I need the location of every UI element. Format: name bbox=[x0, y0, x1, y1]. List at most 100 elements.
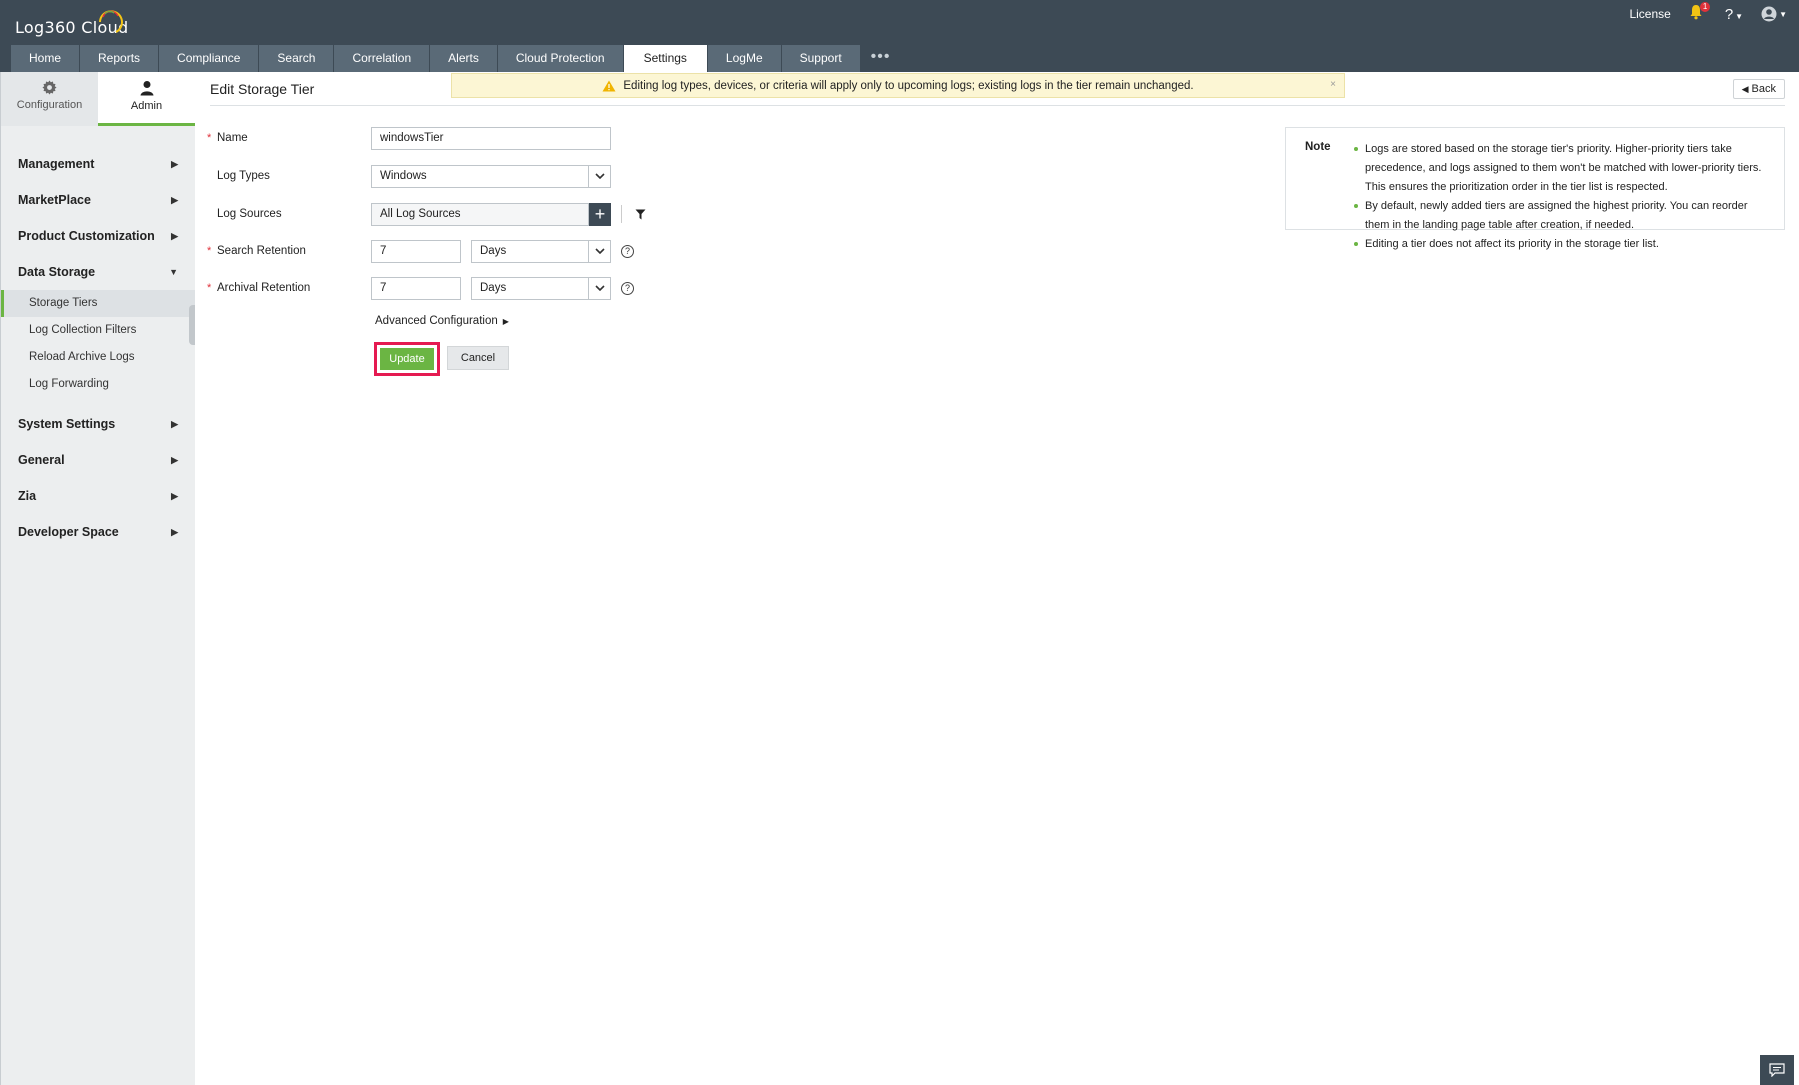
archival-retention-input[interactable]: 7 bbox=[371, 276, 461, 300]
log-types-select[interactable]: Windows bbox=[371, 164, 611, 188]
chevron-down-icon: ▼ bbox=[1779, 9, 1787, 19]
main-content: Edit Storage Tier Editing log types, dev… bbox=[195, 72, 1799, 1085]
help-circle-icon[interactable]: ? bbox=[621, 244, 634, 258]
admin-user-icon bbox=[140, 81, 153, 96]
tab-settings[interactable]: Settings bbox=[623, 45, 707, 72]
tab-reports[interactable]: Reports bbox=[80, 45, 159, 72]
note-list: Logs are stored based on the storage tie… bbox=[1354, 140, 1769, 254]
help-circle-icon[interactable]: ? bbox=[621, 281, 634, 295]
sidebar-item-reload-archive-logs[interactable]: Reload Archive Logs bbox=[1, 344, 195, 371]
sidebar-menu: Management ▶ MarketPlace ▶ Product Customi… bbox=[1, 126, 195, 550]
sidebar-tab-label: Configuration bbox=[16, 99, 83, 111]
note-title: Note bbox=[1305, 141, 1331, 153]
archival-retention-row: * Archival Retention 7 Days ? bbox=[207, 276, 634, 300]
data-storage-submenu: Storage Tiers Log Collection Filters Rel… bbox=[1, 290, 195, 398]
sidebar-item-marketplace[interactable]: MarketPlace ▶ bbox=[1, 182, 195, 218]
chevron-down-icon bbox=[588, 240, 610, 262]
sidebar-tabs: Configuration Admin bbox=[1, 72, 195, 126]
log-sources-row: Log Sources All Log Sources + bbox=[207, 202, 646, 226]
sidebar-item-label: Data Storage bbox=[18, 265, 96, 279]
sidebar-item-log-forwarding[interactable]: Log Forwarding bbox=[1, 371, 195, 398]
archival-retention-label: Archival Retention bbox=[217, 282, 311, 294]
search-retention-label: Search Retention bbox=[217, 245, 306, 257]
chevron-right-icon: ▶ bbox=[171, 527, 178, 537]
chevron-left-icon: ◀ bbox=[1741, 84, 1749, 94]
back-label: Back bbox=[1751, 83, 1776, 95]
log-types-row: Log Types Windows bbox=[207, 164, 611, 188]
notification-badge: 1 bbox=[1699, 2, 1711, 12]
divider bbox=[210, 105, 1785, 106]
cancel-button[interactable]: Cancel bbox=[447, 346, 509, 370]
chevron-down-icon bbox=[588, 277, 610, 299]
user-menu[interactable]: ▼ bbox=[1761, 6, 1787, 22]
archival-retention-unit: Days bbox=[480, 281, 507, 294]
sidebar-tab-configuration[interactable]: Configuration bbox=[1, 72, 98, 126]
update-button[interactable]: Update bbox=[380, 348, 434, 370]
back-button[interactable]: ◀ Back bbox=[1732, 79, 1785, 99]
tab-compliance[interactable]: Compliance bbox=[159, 45, 259, 72]
add-log-source-button[interactable]: + bbox=[589, 202, 611, 226]
sidebar: Configuration Admin Management ▶ MarketPl… bbox=[0, 72, 196, 1085]
sidebar-item-zia[interactable]: Zia ▶ bbox=[1, 478, 195, 514]
alert-text: Editing log types, devices, or criteria … bbox=[623, 79, 1194, 92]
chat-icon[interactable] bbox=[1760, 1055, 1794, 1085]
required-marker: * bbox=[207, 132, 212, 144]
log-sources-field[interactable]: All Log Sources bbox=[371, 202, 589, 226]
sidebar-item-label: System Settings bbox=[18, 417, 116, 431]
search-retention-unit: Days bbox=[480, 244, 507, 257]
tab-support[interactable]: Support bbox=[781, 45, 860, 72]
tab-correlation[interactable]: Correlation bbox=[334, 45, 430, 72]
more-tabs-icon[interactable]: ••• bbox=[861, 45, 901, 72]
help-label: ? bbox=[1724, 5, 1734, 23]
chat-bubble-icon bbox=[1769, 1063, 1785, 1077]
tab-logme[interactable]: LogMe bbox=[707, 45, 781, 72]
sidebar-item-general[interactable]: General ▶ bbox=[1, 442, 195, 478]
tab-alerts[interactable]: Alerts bbox=[430, 45, 497, 72]
sidebar-item-developer-space[interactable]: Developer Space ▶ bbox=[1, 514, 195, 550]
top-right-toolbar: License 1 ? ▼ ▼ bbox=[1629, 0, 1799, 28]
archival-retention-unit-select[interactable]: Days bbox=[471, 276, 611, 300]
note-item: Editing a tier does not affect its prior… bbox=[1354, 235, 1769, 254]
help-menu[interactable]: ? ▼ bbox=[1725, 6, 1743, 23]
note-item: By default, newly added tiers are assign… bbox=[1354, 197, 1769, 235]
sidebar-item-label: MarketPlace bbox=[18, 193, 91, 207]
required-marker: * bbox=[207, 282, 212, 294]
tab-home[interactable]: Home bbox=[11, 45, 80, 72]
sidebar-item-label: Zia bbox=[18, 489, 37, 503]
sidebar-item-system-settings[interactable]: System Settings ▶ bbox=[1, 406, 195, 442]
sidebar-item-label: General bbox=[18, 453, 65, 467]
chevron-right-icon: ▶ bbox=[171, 491, 178, 501]
sidebar-tab-label: Admin bbox=[130, 100, 163, 112]
chevron-right-icon: ▶ bbox=[502, 317, 509, 326]
user-avatar-icon bbox=[1761, 6, 1777, 22]
sidebar-item-label: Product Customization bbox=[18, 229, 155, 243]
tab-cloud-protection[interactable]: Cloud Protection bbox=[497, 45, 623, 72]
advanced-configuration-toggle[interactable]: Advanced Configuration ▶ bbox=[375, 315, 509, 327]
main-tabs: Home Reports Compliance Search Correlati… bbox=[11, 45, 900, 72]
chevron-down-icon bbox=[588, 165, 610, 187]
log-types-value: Windows bbox=[380, 169, 427, 182]
search-retention-row: * Search Retention 7 Days ? bbox=[207, 239, 634, 263]
sidebar-item-storage-tiers[interactable]: Storage Tiers bbox=[1, 290, 195, 317]
tab-search[interactable]: Search bbox=[259, 45, 334, 72]
advanced-configuration-label: Advanced Configuration bbox=[375, 315, 498, 327]
log-types-label: Log Types bbox=[217, 170, 270, 182]
sidebar-tab-admin[interactable]: Admin bbox=[98, 72, 195, 126]
name-label: Name bbox=[217, 132, 248, 144]
license-link[interactable]: License bbox=[1629, 7, 1670, 21]
sidebar-item-product-customization[interactable]: Product Customization ▶ bbox=[1, 218, 195, 254]
close-icon[interactable]: × bbox=[1330, 79, 1336, 90]
search-retention-unit-select[interactable]: Days bbox=[471, 239, 611, 263]
name-input[interactable]: windowsTier bbox=[371, 126, 611, 150]
chevron-down-icon: ▼ bbox=[169, 267, 178, 277]
notification-bell-icon[interactable]: 1 bbox=[1689, 2, 1711, 24]
sidebar-item-management[interactable]: Management ▶ bbox=[1, 146, 195, 182]
search-retention-input[interactable]: 7 bbox=[371, 239, 461, 263]
chevron-right-icon: ▶ bbox=[171, 231, 178, 241]
sidebar-item-log-collection-filters[interactable]: Log Collection Filters bbox=[1, 317, 195, 344]
warning-icon bbox=[602, 80, 616, 91]
filter-icon[interactable] bbox=[635, 209, 646, 220]
sidebar-item-label: Management bbox=[18, 157, 95, 171]
chevron-right-icon: ▶ bbox=[171, 195, 178, 205]
sidebar-item-data-storage[interactable]: Data Storage ▼ bbox=[1, 254, 195, 290]
